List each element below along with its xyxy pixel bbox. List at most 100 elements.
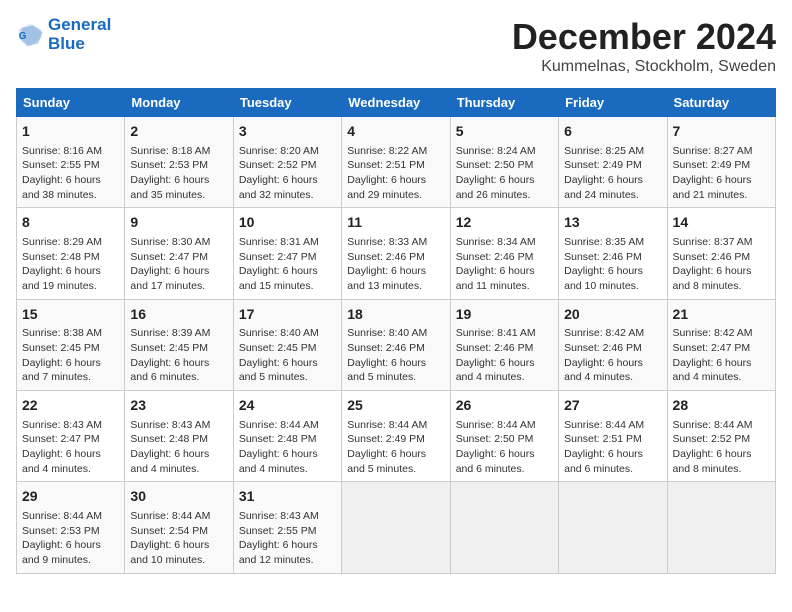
day-info: Sunrise: 8:37 AM Sunset: 2:46 PM Dayligh…	[673, 235, 770, 294]
calendar-header-row: SundayMondayTuesdayWednesdayThursdayFrid…	[17, 89, 776, 117]
day-number: 31	[239, 487, 336, 507]
day-info: Sunrise: 8:38 AM Sunset: 2:45 PM Dayligh…	[22, 326, 119, 385]
col-header-monday: Monday	[125, 89, 233, 117]
col-header-friday: Friday	[559, 89, 667, 117]
day-number: 30	[130, 487, 227, 507]
calendar-cell: 16Sunrise: 8:39 AM Sunset: 2:45 PM Dayli…	[125, 299, 233, 390]
day-info: Sunrise: 8:42 AM Sunset: 2:47 PM Dayligh…	[673, 326, 770, 385]
day-number: 25	[347, 396, 444, 416]
logo-blue: Blue	[48, 35, 111, 54]
day-number: 29	[22, 487, 119, 507]
day-number: 18	[347, 305, 444, 325]
day-info: Sunrise: 8:33 AM Sunset: 2:46 PM Dayligh…	[347, 235, 444, 294]
calendar-cell: 1Sunrise: 8:16 AM Sunset: 2:55 PM Daylig…	[17, 117, 125, 208]
day-number: 15	[22, 305, 119, 325]
day-number: 5	[456, 122, 553, 142]
day-info: Sunrise: 8:44 AM Sunset: 2:48 PM Dayligh…	[239, 418, 336, 477]
day-info: Sunrise: 8:40 AM Sunset: 2:45 PM Dayligh…	[239, 326, 336, 385]
logo-general: General	[48, 16, 111, 35]
calendar-cell: 12Sunrise: 8:34 AM Sunset: 2:46 PM Dayli…	[450, 208, 558, 299]
day-info: Sunrise: 8:43 AM Sunset: 2:55 PM Dayligh…	[239, 509, 336, 568]
day-number: 26	[456, 396, 553, 416]
calendar-cell	[667, 482, 775, 573]
day-info: Sunrise: 8:39 AM Sunset: 2:45 PM Dayligh…	[130, 326, 227, 385]
calendar-cell: 24Sunrise: 8:44 AM Sunset: 2:48 PM Dayli…	[233, 391, 341, 482]
day-number: 9	[130, 213, 227, 233]
day-number: 13	[564, 213, 661, 233]
day-info: Sunrise: 8:24 AM Sunset: 2:50 PM Dayligh…	[456, 144, 553, 203]
day-info: Sunrise: 8:30 AM Sunset: 2:47 PM Dayligh…	[130, 235, 227, 294]
day-number: 10	[239, 213, 336, 233]
day-number: 7	[673, 122, 770, 142]
day-info: Sunrise: 8:20 AM Sunset: 2:52 PM Dayligh…	[239, 144, 336, 203]
calendar-cell: 17Sunrise: 8:40 AM Sunset: 2:45 PM Dayli…	[233, 299, 341, 390]
day-number: 20	[564, 305, 661, 325]
calendar-cell: 8Sunrise: 8:29 AM Sunset: 2:48 PM Daylig…	[17, 208, 125, 299]
col-header-thursday: Thursday	[450, 89, 558, 117]
day-info: Sunrise: 8:27 AM Sunset: 2:49 PM Dayligh…	[673, 144, 770, 203]
calendar-cell: 30Sunrise: 8:44 AM Sunset: 2:54 PM Dayli…	[125, 482, 233, 573]
day-number: 2	[130, 122, 227, 142]
day-number: 17	[239, 305, 336, 325]
calendar-week-row: 8Sunrise: 8:29 AM Sunset: 2:48 PM Daylig…	[17, 208, 776, 299]
logo-icon: G	[16, 21, 44, 49]
day-info: Sunrise: 8:29 AM Sunset: 2:48 PM Dayligh…	[22, 235, 119, 294]
day-info: Sunrise: 8:31 AM Sunset: 2:47 PM Dayligh…	[239, 235, 336, 294]
calendar-cell: 7Sunrise: 8:27 AM Sunset: 2:49 PM Daylig…	[667, 117, 775, 208]
day-info: Sunrise: 8:42 AM Sunset: 2:46 PM Dayligh…	[564, 326, 661, 385]
day-info: Sunrise: 8:44 AM Sunset: 2:51 PM Dayligh…	[564, 418, 661, 477]
day-info: Sunrise: 8:35 AM Sunset: 2:46 PM Dayligh…	[564, 235, 661, 294]
calendar-cell: 11Sunrise: 8:33 AM Sunset: 2:46 PM Dayli…	[342, 208, 450, 299]
day-info: Sunrise: 8:44 AM Sunset: 2:54 PM Dayligh…	[130, 509, 227, 568]
calendar-cell: 21Sunrise: 8:42 AM Sunset: 2:47 PM Dayli…	[667, 299, 775, 390]
col-header-saturday: Saturday	[667, 89, 775, 117]
day-number: 27	[564, 396, 661, 416]
page-subtitle: Kummelnas, Stockholm, Sweden	[512, 58, 776, 76]
calendar-cell: 23Sunrise: 8:43 AM Sunset: 2:48 PM Dayli…	[125, 391, 233, 482]
day-number: 19	[456, 305, 553, 325]
day-number: 1	[22, 122, 119, 142]
day-info: Sunrise: 8:16 AM Sunset: 2:55 PM Dayligh…	[22, 144, 119, 203]
calendar-cell: 10Sunrise: 8:31 AM Sunset: 2:47 PM Dayli…	[233, 208, 341, 299]
day-info: Sunrise: 8:25 AM Sunset: 2:49 PM Dayligh…	[564, 144, 661, 203]
calendar-cell: 26Sunrise: 8:44 AM Sunset: 2:50 PM Dayli…	[450, 391, 558, 482]
calendar-cell	[450, 482, 558, 573]
day-info: Sunrise: 8:18 AM Sunset: 2:53 PM Dayligh…	[130, 144, 227, 203]
calendar-cell: 25Sunrise: 8:44 AM Sunset: 2:49 PM Dayli…	[342, 391, 450, 482]
day-info: Sunrise: 8:34 AM Sunset: 2:46 PM Dayligh…	[456, 235, 553, 294]
calendar-cell	[559, 482, 667, 573]
day-number: 6	[564, 122, 661, 142]
calendar-cell: 5Sunrise: 8:24 AM Sunset: 2:50 PM Daylig…	[450, 117, 558, 208]
calendar-cell: 27Sunrise: 8:44 AM Sunset: 2:51 PM Dayli…	[559, 391, 667, 482]
calendar-cell: 28Sunrise: 8:44 AM Sunset: 2:52 PM Dayli…	[667, 391, 775, 482]
calendar-cell: 29Sunrise: 8:44 AM Sunset: 2:53 PM Dayli…	[17, 482, 125, 573]
calendar-cell: 19Sunrise: 8:41 AM Sunset: 2:46 PM Dayli…	[450, 299, 558, 390]
day-info: Sunrise: 8:44 AM Sunset: 2:50 PM Dayligh…	[456, 418, 553, 477]
calendar-cell: 6Sunrise: 8:25 AM Sunset: 2:49 PM Daylig…	[559, 117, 667, 208]
page-title: December 2024	[512, 16, 776, 58]
calendar-cell: 20Sunrise: 8:42 AM Sunset: 2:46 PM Dayli…	[559, 299, 667, 390]
calendar-week-row: 1Sunrise: 8:16 AM Sunset: 2:55 PM Daylig…	[17, 117, 776, 208]
day-number: 8	[22, 213, 119, 233]
day-info: Sunrise: 8:43 AM Sunset: 2:48 PM Dayligh…	[130, 418, 227, 477]
calendar-cell: 4Sunrise: 8:22 AM Sunset: 2:51 PM Daylig…	[342, 117, 450, 208]
svg-text:G: G	[19, 31, 27, 42]
logo: G General Blue	[16, 16, 111, 53]
col-header-sunday: Sunday	[17, 89, 125, 117]
calendar-cell: 2Sunrise: 8:18 AM Sunset: 2:53 PM Daylig…	[125, 117, 233, 208]
calendar-week-row: 15Sunrise: 8:38 AM Sunset: 2:45 PM Dayli…	[17, 299, 776, 390]
calendar-cell: 3Sunrise: 8:20 AM Sunset: 2:52 PM Daylig…	[233, 117, 341, 208]
day-number: 4	[347, 122, 444, 142]
title-area: December 2024 Kummelnas, Stockholm, Swed…	[512, 16, 776, 76]
day-number: 23	[130, 396, 227, 416]
day-info: Sunrise: 8:41 AM Sunset: 2:46 PM Dayligh…	[456, 326, 553, 385]
calendar-week-row: 29Sunrise: 8:44 AM Sunset: 2:53 PM Dayli…	[17, 482, 776, 573]
calendar-cell: 22Sunrise: 8:43 AM Sunset: 2:47 PM Dayli…	[17, 391, 125, 482]
day-info: Sunrise: 8:44 AM Sunset: 2:53 PM Dayligh…	[22, 509, 119, 568]
day-number: 21	[673, 305, 770, 325]
col-header-tuesday: Tuesday	[233, 89, 341, 117]
day-info: Sunrise: 8:44 AM Sunset: 2:52 PM Dayligh…	[673, 418, 770, 477]
calendar-cell	[342, 482, 450, 573]
day-info: Sunrise: 8:43 AM Sunset: 2:47 PM Dayligh…	[22, 418, 119, 477]
calendar-cell: 15Sunrise: 8:38 AM Sunset: 2:45 PM Dayli…	[17, 299, 125, 390]
